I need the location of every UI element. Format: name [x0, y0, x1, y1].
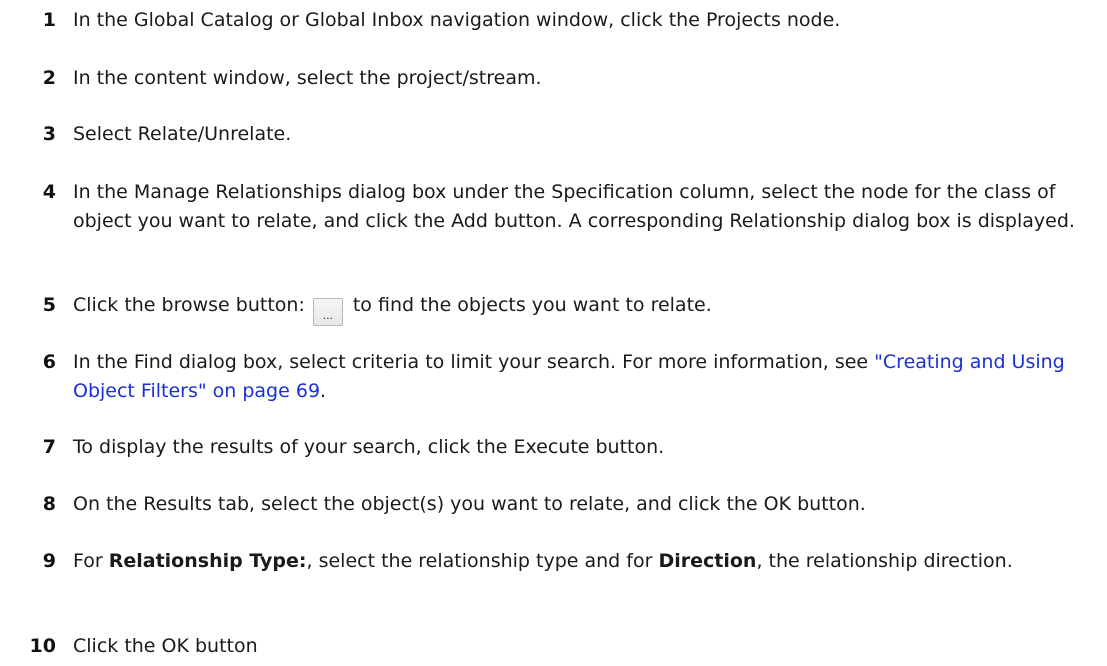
step-text-part: , select the relationship type and for: [306, 550, 653, 572]
step-text-after: .: [320, 380, 327, 402]
step-number: 4: [42, 181, 56, 203]
step-text: To display the results of your search, c…: [73, 436, 665, 458]
bold-term-direction: Direction: [658, 550, 757, 572]
step-text: In the content window, select the projec…: [73, 67, 542, 89]
step-text: Click the browse button:... to find the o…: [73, 291, 1083, 326]
step-number: 3: [42, 123, 56, 145]
step-number: 7: [42, 436, 56, 458]
step-number: 5: [42, 294, 56, 316]
step-text: Select Relate/Unrelate.: [73, 123, 292, 145]
step-number: 1: [42, 9, 56, 31]
step-number: 2: [42, 67, 56, 89]
step-text-before: In the Find dialog box, select criteria …: [73, 351, 869, 373]
step-text: In the Global Catalog or Global Inbox na…: [73, 9, 841, 31]
browse-button[interactable]: ...: [312, 298, 343, 326]
step-text: On the Results tab, select the object(s)…: [73, 493, 866, 515]
step-number: 8: [42, 493, 56, 515]
step-text-part: For: [73, 550, 103, 572]
step-text-before: Click the browse button:: [73, 294, 305, 316]
step-number: 10: [29, 635, 56, 657]
bold-term-relationship-type: Relationship Type:: [108, 550, 307, 572]
step-text: In the Manage Relationships dialog box u…: [73, 181, 1075, 232]
step-text: For Relationship Type:, select the relat…: [73, 547, 1083, 576]
step-number: 6: [42, 351, 56, 373]
step-text-part: , the relationship direction.: [756, 550, 1013, 572]
step-text: In the Find dialog box, select criteria …: [73, 348, 1083, 406]
step-number: 9: [42, 550, 56, 572]
step-text-after: to find the objects you want to relate.: [352, 294, 712, 316]
step-text: Click the OK button: [73, 635, 258, 657]
